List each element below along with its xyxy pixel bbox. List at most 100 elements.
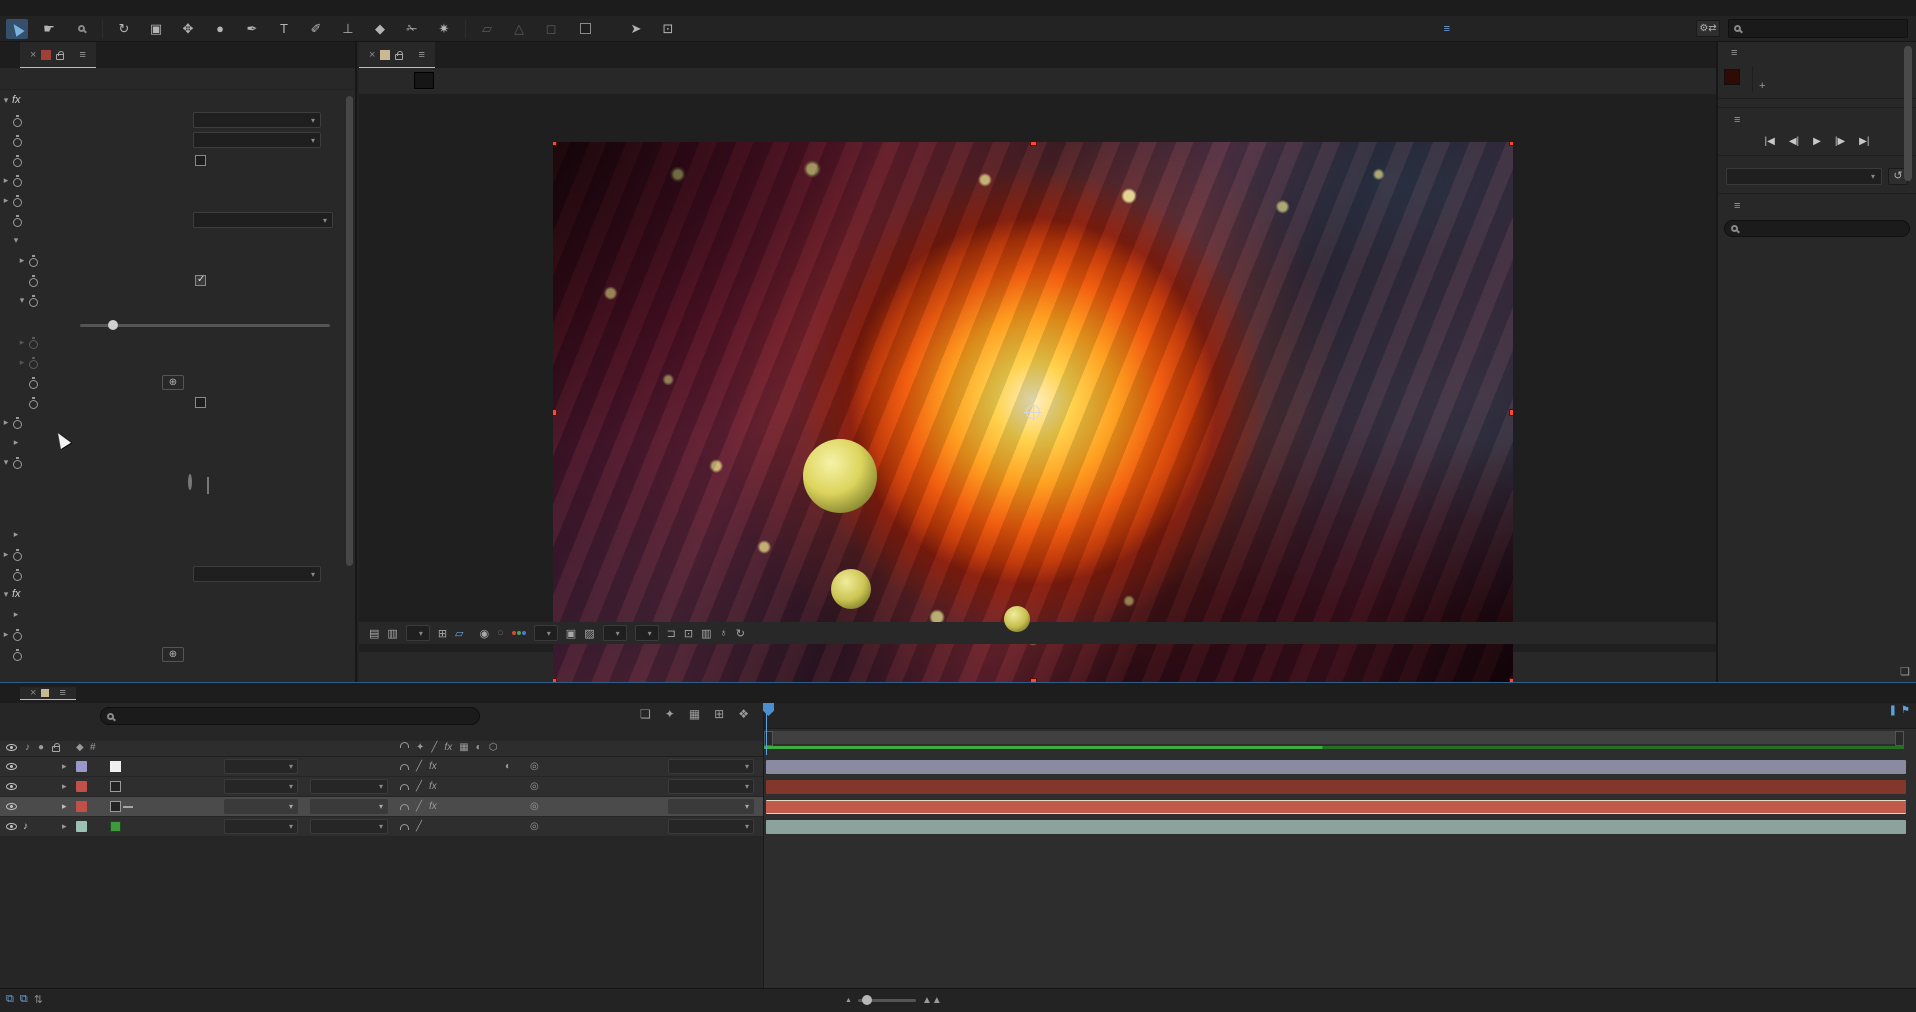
pick-whip-icon[interactable]: ➤ <box>625 19 647 39</box>
camera-dropdown[interactable]: ▾ <box>603 625 627 641</box>
shy-toggle[interactable] <box>400 804 409 810</box>
play-button[interactable]: ▶ <box>1813 136 1821 147</box>
pixel-aspect-icon[interactable]: ⊐ <box>667 627 676 640</box>
uniform-scale-checkbox[interactable] <box>195 275 206 286</box>
layer-name[interactable] <box>123 806 133 808</box>
expand-icon[interactable]: ▸ <box>0 175 12 186</box>
mode-dropdown[interactable]: ▾ <box>224 799 298 814</box>
stopwatch-icon[interactable] <box>28 377 39 388</box>
type-tool[interactable]: T <box>273 19 295 39</box>
parent-pickwhip-icon[interactable]: ◎ <box>530 781 539 792</box>
motion-blur-icon[interactable]: ❖ <box>738 707 749 721</box>
stopwatch-icon[interactable] <box>28 397 39 408</box>
shape-tool[interactable]: ● <box>209 19 231 39</box>
crosshair-picker-icon[interactable]: ⊕ <box>162 647 184 662</box>
frame-blend-icon[interactable]: ⊞ <box>714 707 724 721</box>
workspace-settings-icon[interactable]: ⚙⇄ <box>1696 20 1720 37</box>
close-icon[interactable]: × <box>30 49 36 61</box>
expand-icon[interactable]: ▸ <box>0 195 12 206</box>
effect-header-fractal-noise[interactable]: ▾ fx <box>0 90 355 110</box>
label-color[interactable] <box>76 801 87 812</box>
presets-search-box[interactable] <box>1724 220 1910 237</box>
brush-tool[interactable]: ✐ <box>305 19 327 39</box>
layer-row-1[interactable]: ▸ ▾ ╱fx ◐ ◎ ▾ <box>0 757 763 777</box>
label-color[interactable] <box>76 781 87 792</box>
stopwatch-icon[interactable] <box>28 295 39 306</box>
layer-bar-solid1-selected[interactable] <box>766 800 1906 814</box>
parent-dropdown[interactable]: ▾ <box>668 819 754 834</box>
layer-bar-adjustment[interactable] <box>766 760 1906 774</box>
selection-handle[interactable] <box>553 142 557 146</box>
zoom-slider-knob[interactable] <box>862 995 872 1005</box>
parent-pickwhip-icon[interactable]: ◎ <box>530 821 539 832</box>
time-ruler[interactable] <box>764 703 1916 729</box>
snapshot-icon[interactable]: ◉ <box>480 627 490 640</box>
eraser-tool[interactable]: ◆ <box>369 19 391 39</box>
snap-checkbox[interactable] <box>580 23 591 34</box>
noise-type-dropdown[interactable]: ▾ <box>193 132 321 148</box>
tab-composition[interactable]: × ≡ <box>359 42 435 68</box>
panel-menu-icon[interactable]: ≡ <box>1734 200 1740 212</box>
transparency-grid-icon[interactable]: ▨ <box>584 627 594 640</box>
primary-viewer-icon[interactable]: ▥ <box>387 627 397 640</box>
zoom-in-mountains-icon[interactable]: ▲▲ <box>922 995 942 1006</box>
stopwatch-icon[interactable] <box>28 255 39 266</box>
group-evolution-options[interactable]: ▸ <box>0 524 355 544</box>
comp-marker-bin-icon[interactable]: ⚑ <box>1901 705 1910 716</box>
crosshair-picker-icon[interactable]: ⊕ <box>162 375 184 390</box>
scale-slider-track[interactable] <box>80 324 330 327</box>
stopwatch-icon[interactable] <box>28 275 39 286</box>
close-icon[interactable]: × <box>369 49 375 61</box>
timeline-search-input[interactable] <box>119 711 449 722</box>
label-color[interactable] <box>76 761 87 772</box>
quality-toggle[interactable]: ╱ <box>416 821 422 832</box>
selection-handle[interactable] <box>1509 142 1513 146</box>
adjustment-layer-toggle[interactable]: ◐ <box>505 761 511 772</box>
expand-icon[interactable]: ▸ <box>0 417 12 428</box>
roto-brush-tool[interactable]: ✁ <box>401 19 423 39</box>
overflow-dropdown[interactable]: ▾ <box>193 212 333 228</box>
trkmat-dropdown[interactable]: ▾ <box>310 779 388 794</box>
close-icon[interactable]: × <box>30 687 36 699</box>
work-area-bar[interactable] <box>764 731 1904 744</box>
collapse-icon[interactable]: ▾ <box>0 457 12 468</box>
layer-row-2[interactable]: ▸ ▾ ▾ ╱fx ◎ ▾ <box>0 777 763 797</box>
puppet-pin-tool[interactable]: ✷ <box>433 19 455 39</box>
show-snapshot-icon[interactable]: ○ <box>497 627 504 639</box>
expand-icon[interactable]: ▸ <box>0 629 12 640</box>
effects-toggle[interactable]: fx <box>429 801 437 812</box>
expand-icon[interactable]: ▸ <box>0 549 12 560</box>
trkmat-dropdown[interactable]: ▾ <box>310 799 388 814</box>
playhead-line[interactable] <box>766 703 767 755</box>
viewport[interactable]: ▤ ▥ ▾ ⊞ ▱ ◉ ○ ▾ ▣ ▨ ▾ ▾ ⊐ ⊡ ▥ ♁ ↻ <box>359 94 1716 652</box>
shy-toggle[interactable] <box>400 784 409 790</box>
panel-menu-icon[interactable]: ≡ <box>1731 47 1737 59</box>
always-preview-icon[interactable]: ▤ <box>369 627 379 640</box>
work-area-end-icon[interactable]: ❚ <box>1889 705 1897 716</box>
clone-stamp-tool[interactable]: ⊥ <box>337 19 359 39</box>
selection-handle[interactable] <box>1030 678 1037 682</box>
selection-handle[interactable] <box>1509 678 1513 682</box>
help-search-box[interactable] <box>1728 19 1908 38</box>
tab-timeline-comp[interactable]: × ≡ <box>20 687 76 700</box>
trkmat-dropdown[interactable]: ▾ <box>310 819 388 834</box>
view-layout-dropdown[interactable]: ▾ <box>635 625 659 641</box>
composition-image[interactable] <box>553 142 1513 682</box>
histogram-icon[interactable]: ▥ <box>701 627 711 640</box>
blend-mode-dropdown[interactable]: ▾ <box>193 566 321 582</box>
zoom-slider-track[interactable] <box>858 999 916 1002</box>
mode-dropdown[interactable]: ▾ <box>224 779 298 794</box>
target-icon[interactable]: ⊡ <box>657 19 679 39</box>
selection-handle[interactable] <box>1030 142 1037 146</box>
parent-dropdown[interactable]: ▾ <box>668 759 754 774</box>
new-panel-icon[interactable]: ❏ <box>1900 665 1910 678</box>
stopwatch-icon[interactable] <box>12 195 23 206</box>
effect-panel-scrollbar[interactable] <box>346 96 353 566</box>
layer-row-3-selected[interactable]: ▸ ▾ ▾ ╱fx ◎ ▾ <box>0 797 763 817</box>
zoom-tool[interactable] <box>70 19 92 39</box>
pan-behind-tool[interactable]: ✥ <box>177 19 199 39</box>
draft-3d-icon[interactable]: ✦ <box>665 707 675 721</box>
stopwatch-icon[interactable] <box>12 649 23 660</box>
mode-dropdown[interactable]: ▾ <box>224 759 298 774</box>
previous-frame-button[interactable]: ◀| <box>1789 136 1799 147</box>
